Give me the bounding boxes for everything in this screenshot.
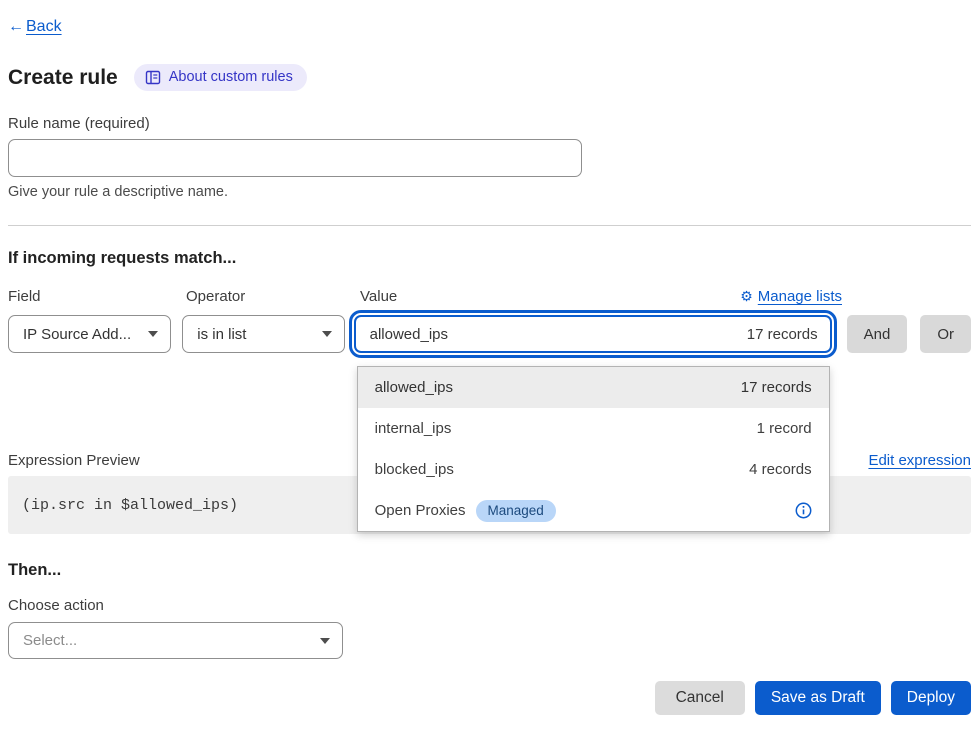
chevron-down-icon — [322, 331, 332, 337]
choose-action-label: Choose action — [8, 597, 971, 614]
list-item-name: internal_ips — [375, 420, 452, 437]
operator-select[interactable]: is in list — [182, 315, 344, 353]
back-arrow-icon: ← — [8, 18, 24, 36]
and-button[interactable]: And — [847, 315, 908, 353]
list-item-name: allowed_ips — [375, 379, 453, 396]
match-controls: Field Operator Value ⚙ Manage lists IP S… — [8, 288, 971, 353]
manage-lists-link[interactable]: ⚙ Manage lists — [740, 288, 842, 305]
value-select-wrap: allowed_ips 17 records allowed_ips 17 re… — [354, 315, 832, 353]
then-heading: Then... — [8, 561, 971, 580]
info-icon[interactable] — [795, 502, 812, 519]
chevron-down-icon — [148, 331, 158, 337]
list-item-records: 4 records — [749, 461, 812, 478]
back-link[interactable]: ←Back — [8, 18, 62, 35]
chevron-down-icon — [320, 638, 330, 644]
field-select-value: IP Source Add... — [23, 326, 131, 343]
managed-badge: Managed — [476, 500, 556, 522]
action-select[interactable]: Select... — [8, 622, 343, 659]
list-item-internal-ips[interactable]: internal_ips 1 record — [358, 408, 829, 449]
value-select[interactable]: allowed_ips 17 records — [354, 315, 832, 353]
save-as-draft-button[interactable]: Save as Draft — [755, 681, 881, 715]
controls-widgets: IP Source Add... is in list allowed_ips … — [8, 315, 971, 353]
back-label: Back — [26, 18, 62, 35]
gear-icon: ⚙ — [740, 288, 753, 305]
operator-select-value: is in list — [197, 326, 246, 343]
page-title: Create rule — [8, 66, 118, 90]
or-button[interactable]: Or — [920, 315, 971, 353]
section-divider — [8, 225, 971, 226]
value-label: Value — [360, 288, 397, 305]
about-badge-label: About custom rules — [169, 69, 293, 85]
field-select[interactable]: IP Source Add... — [8, 315, 171, 353]
andor-buttons: And Or — [847, 315, 971, 353]
operator-label: Operator — [186, 288, 360, 305]
rule-name-help: Give your rule a descriptive name. — [8, 184, 971, 200]
controls-labels: Field Operator Value ⚙ Manage lists — [8, 288, 971, 305]
field-label: Field — [8, 288, 186, 305]
title-row: Create rule About custom rules — [8, 64, 971, 91]
deploy-button[interactable]: Deploy — [891, 681, 971, 715]
back-row: ←Back — [8, 18, 971, 36]
about-custom-rules-badge[interactable]: About custom rules — [134, 64, 307, 91]
action-select-placeholder: Select... — [23, 632, 77, 649]
list-item-allowed-ips[interactable]: allowed_ips 17 records — [358, 367, 829, 408]
list-item-records: 17 records — [741, 379, 812, 396]
rule-name-label: Rule name (required) — [8, 115, 971, 132]
value-dropdown-panel: allowed_ips 17 records internal_ips 1 re… — [357, 366, 830, 532]
value-select-records: 17 records — [747, 326, 818, 343]
manage-lists-label: Manage lists — [758, 288, 842, 305]
create-rule-page: ←Back Create rule About custom rules Rul… — [0, 0, 979, 739]
list-item-name: Open Proxies — [375, 502, 466, 519]
expression-preview-label: Expression Preview — [8, 452, 140, 469]
list-item-records: 1 record — [757, 420, 812, 437]
edit-expression-link[interactable]: Edit expression — [868, 452, 971, 469]
book-icon — [145, 70, 161, 85]
expression-code: (ip.src in $allowed_ips) — [22, 497, 238, 514]
list-item-blocked-ips[interactable]: blocked_ips 4 records — [358, 449, 829, 490]
cancel-button[interactable]: Cancel — [655, 681, 745, 715]
list-item-open-proxies[interactable]: Open Proxies Managed — [358, 490, 829, 531]
list-item-name: blocked_ips — [375, 461, 454, 478]
match-section-heading: If incoming requests match... — [8, 249, 971, 268]
value-select-value: allowed_ips — [370, 326, 448, 343]
footer-actions: Cancel Save as Draft Deploy — [8, 681, 971, 715]
rule-name-input[interactable] — [8, 139, 582, 177]
